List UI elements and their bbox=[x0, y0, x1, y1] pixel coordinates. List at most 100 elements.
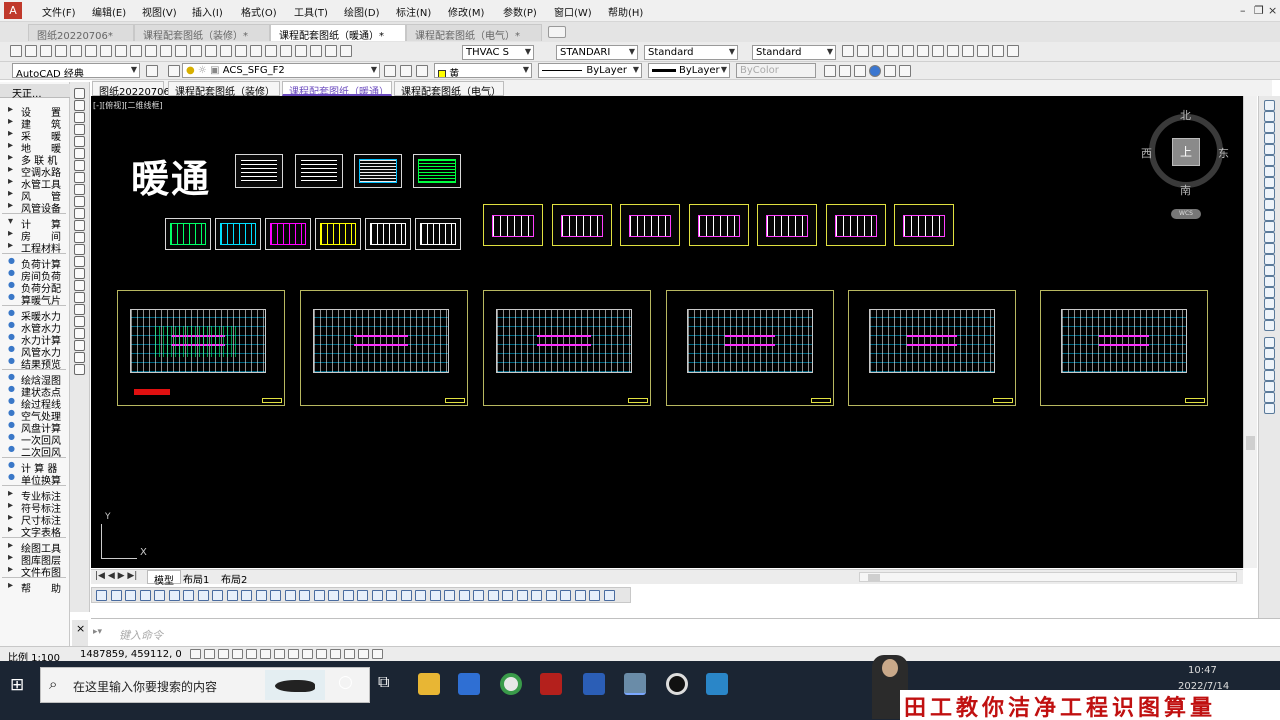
dimension-tool-icon[interactable] bbox=[560, 590, 571, 601]
dimension-tool-icon[interactable] bbox=[168, 590, 180, 601]
modify-tool-icon[interactable] bbox=[1264, 122, 1275, 133]
menu-parametric[interactable]: 参数(P) bbox=[503, 4, 537, 19]
dimension-tool-icon[interactable] bbox=[589, 590, 600, 601]
modify-tool-icon[interactable] bbox=[1264, 144, 1275, 155]
modify-tool-icon[interactable] bbox=[1264, 392, 1275, 403]
table-style-select[interactable]: Standard ▼ bbox=[644, 45, 738, 60]
horizontal-scrollbar[interactable] bbox=[859, 572, 1237, 582]
menu-help[interactable]: 帮助(H) bbox=[608, 4, 643, 19]
modify-tool-icon[interactable] bbox=[1264, 381, 1275, 392]
modify-tool-icon[interactable] bbox=[1264, 287, 1275, 298]
dimension-tool-icon[interactable] bbox=[313, 590, 325, 601]
modify-tool-icon[interactable] bbox=[1264, 320, 1275, 331]
preview-icon[interactable] bbox=[70, 45, 82, 57]
file-tab-1[interactable]: 课程配套图纸（装修） bbox=[168, 81, 280, 98]
doc-tab-1[interactable]: 课程配套图纸（装修）* bbox=[134, 24, 270, 42]
modify-tool-icon[interactable] bbox=[1264, 188, 1275, 199]
menu-draw[interactable]: 绘图(D) bbox=[344, 4, 380, 19]
doc-tab-2[interactable]: 课程配套图纸（暖通）* bbox=[270, 24, 406, 42]
modify-tool-icon[interactable] bbox=[1264, 155, 1275, 166]
panel-item[interactable]: ● 空气处理 bbox=[0, 408, 70, 423]
menu-file[interactable]: 文件(F) bbox=[42, 4, 76, 19]
modify-tool-icon[interactable] bbox=[1264, 370, 1275, 381]
draw-tool-icon[interactable] bbox=[74, 232, 85, 243]
panel-item[interactable]: ▸ 建 筑 bbox=[0, 116, 70, 131]
cut-icon[interactable] bbox=[100, 45, 112, 57]
word-icon[interactable] bbox=[583, 673, 605, 695]
panel-item[interactable]: ▸ 工程材料 bbox=[0, 240, 70, 255]
status-toggle-icon[interactable] bbox=[274, 649, 285, 659]
multileader-style-select[interactable]: Standard ▼ bbox=[752, 45, 836, 60]
open-icon[interactable] bbox=[25, 45, 37, 57]
status-toggle-icon[interactable] bbox=[218, 649, 229, 659]
dimension-tool-icon[interactable] bbox=[328, 590, 339, 601]
text-style-select[interactable]: THVAC S ▼ bbox=[462, 45, 534, 60]
draw-tool-icon[interactable] bbox=[74, 160, 85, 171]
view-icon[interactable] bbox=[857, 45, 869, 57]
render-icon[interactable] bbox=[824, 65, 836, 77]
windows-start-icon[interactable]: ⊞ bbox=[10, 675, 24, 695]
modify-tool-icon[interactable] bbox=[1264, 298, 1275, 309]
paste-icon[interactable] bbox=[130, 45, 142, 57]
dimension-tool-icon[interactable] bbox=[96, 590, 107, 601]
file-tab-2[interactable]: 课程配套图纸（暖通） bbox=[282, 81, 392, 98]
panel-item[interactable]: ● 采暖水力 bbox=[0, 308, 70, 323]
draw-tool-icon[interactable] bbox=[74, 136, 85, 147]
panel-item[interactable]: ● 绘焓湿图 bbox=[0, 372, 70, 387]
panel-item[interactable]: ▸ 专业标注 bbox=[0, 488, 70, 503]
modify-tool-icon[interactable] bbox=[1264, 254, 1275, 265]
file-tab-0[interactable]: 图纸20220706 bbox=[92, 81, 170, 98]
menu-window[interactable]: 窗口(W) bbox=[554, 4, 592, 19]
panel-item[interactable]: ▸ 文件布图 bbox=[0, 564, 70, 579]
view-icon[interactable] bbox=[887, 45, 899, 57]
scroll-thumb[interactable] bbox=[1246, 436, 1255, 450]
dimension-tool-icon[interactable] bbox=[270, 590, 281, 601]
command-input[interactable]: 键入命令 bbox=[119, 627, 163, 643]
draw-tool-icon[interactable] bbox=[74, 124, 85, 135]
dimension-tool-icon[interactable] bbox=[183, 590, 194, 601]
sphere-icon[interactable] bbox=[869, 65, 881, 77]
redo-icon[interactable] bbox=[175, 45, 187, 57]
draw-tool-icon[interactable] bbox=[74, 220, 85, 231]
draw-tool-icon[interactable] bbox=[74, 328, 85, 339]
view-icon[interactable] bbox=[932, 45, 944, 57]
hscroll-thumb[interactable] bbox=[868, 574, 880, 581]
menu-edit[interactable]: 编辑(E) bbox=[92, 4, 126, 19]
dim-style-select[interactable]: STANDARI ▼ bbox=[556, 45, 638, 60]
panel-item[interactable]: ▸ 帮 助 bbox=[0, 580, 70, 595]
palette-icon[interactable] bbox=[884, 65, 896, 77]
dimension-tool-icon[interactable] bbox=[212, 590, 223, 601]
dimension-tool-icon[interactable] bbox=[516, 590, 528, 601]
chrome-icon[interactable] bbox=[500, 673, 522, 695]
lineweight-select[interactable]: ByLayer ▼ bbox=[648, 63, 730, 78]
menu-insert[interactable]: 插入(I) bbox=[192, 4, 223, 19]
record-icon[interactable] bbox=[666, 673, 688, 695]
dimension-tool-icon[interactable] bbox=[574, 590, 586, 601]
panel-item[interactable]: ▸ 地 暖 bbox=[0, 140, 70, 155]
taskbar-search[interactable]: ⌕ 在这里输入你要搜索的内容 bbox=[40, 667, 370, 703]
dimension-tool-icon[interactable] bbox=[487, 590, 499, 601]
panel-item[interactable]: ● 绘过程线 bbox=[0, 396, 70, 411]
restore-icon[interactable]: ❐ bbox=[1254, 4, 1264, 17]
properties-icon[interactable] bbox=[250, 45, 262, 57]
panel-item[interactable]: ● 计 算 器 bbox=[0, 460, 70, 475]
store-icon[interactable] bbox=[458, 673, 480, 695]
tool-palette-icon[interactable] bbox=[280, 45, 292, 57]
clock-time[interactable]: 10:47 bbox=[1188, 665, 1217, 676]
sheet-set-icon[interactable] bbox=[295, 45, 307, 57]
status-toggle-icon[interactable] bbox=[358, 649, 369, 659]
dimension-tool-icon[interactable] bbox=[284, 590, 296, 601]
draw-tool-icon[interactable] bbox=[74, 292, 85, 303]
status-toggle-icon[interactable] bbox=[190, 649, 201, 659]
zoom-icon[interactable] bbox=[205, 45, 217, 57]
panel-item[interactable]: ● 一次回风 bbox=[0, 432, 70, 447]
save-icon[interactable] bbox=[40, 45, 52, 57]
file-explorer-icon[interactable] bbox=[418, 673, 440, 695]
zoom-window-icon[interactable] bbox=[220, 45, 232, 57]
panel-item[interactable]: ● 水管水力 bbox=[0, 320, 70, 335]
modify-tool-icon[interactable] bbox=[1264, 265, 1275, 276]
workspace-select[interactable]: AutoCAD 经典 ▼ bbox=[12, 63, 140, 78]
dimension-tool-icon[interactable] bbox=[357, 590, 368, 601]
dimension-tool-icon[interactable] bbox=[473, 590, 484, 601]
view-icon[interactable] bbox=[872, 45, 884, 57]
